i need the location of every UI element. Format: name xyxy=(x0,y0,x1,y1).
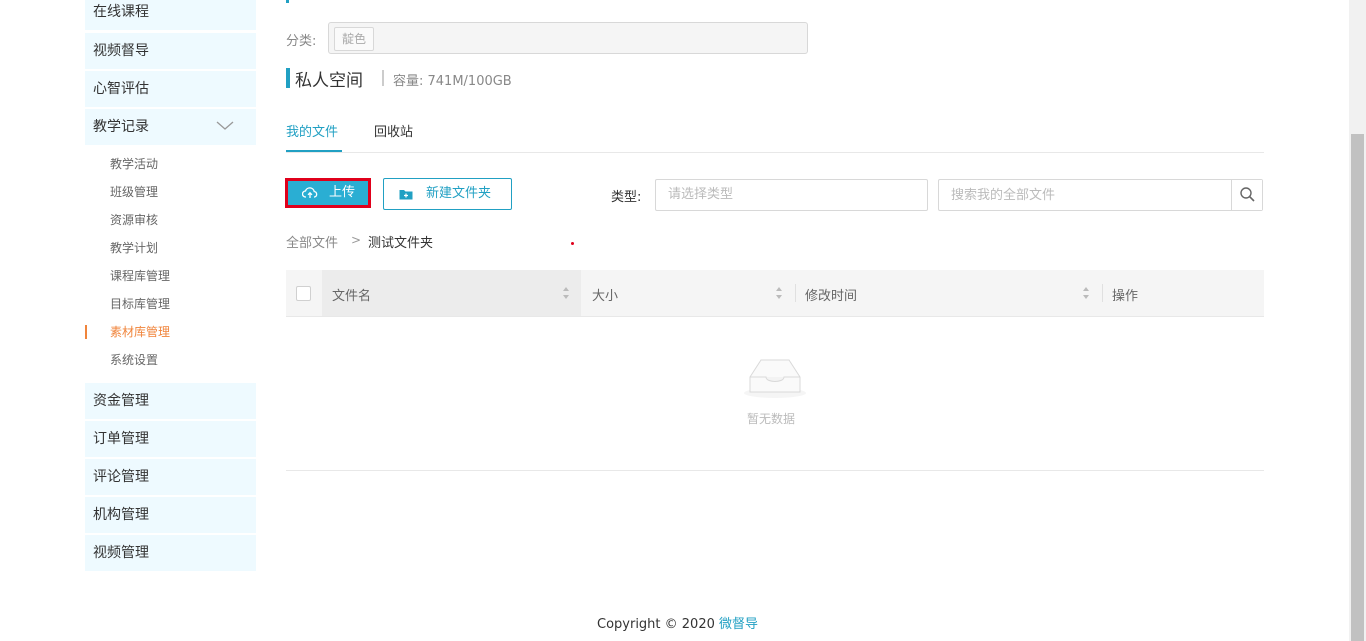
sidebar-item-finance[interactable]: 资金管理 xyxy=(85,383,256,419)
column-header-name[interactable]: 文件名 xyxy=(332,285,371,304)
column-header-size[interactable]: 大小 xyxy=(592,285,618,304)
tabs-divider xyxy=(286,152,1264,153)
sidebar-item-videos[interactable]: 视频管理 xyxy=(85,535,256,571)
column-divider xyxy=(795,284,796,302)
cursor-marker xyxy=(571,242,574,245)
sidebar-subitem-goal-library[interactable]: 目标库管理 xyxy=(85,293,256,315)
category-tag: 靛色 xyxy=(334,27,375,51)
breadcrumb-root[interactable]: 全部文件 xyxy=(286,232,338,251)
search-input[interactable] xyxy=(939,180,1231,210)
brand-link[interactable]: 微督导 xyxy=(719,617,758,632)
sidebar-item-institutions[interactable]: 机构管理 xyxy=(85,497,256,533)
file-table-header: 文件名 大小 修改时间 操作 xyxy=(286,270,1264,317)
column-header-modified[interactable]: 修改时间 xyxy=(805,285,857,304)
table-bottom-border xyxy=(286,470,1264,471)
upload-button-label: 上传 xyxy=(328,185,355,200)
new-folder-button[interactable]: 新建文件夹 xyxy=(383,178,512,210)
search-box xyxy=(938,179,1263,211)
capacity-text: 容量: 741M/100GB xyxy=(393,74,512,89)
type-filter-label: 类型: xyxy=(611,190,642,205)
upload-button[interactable]: 上传 xyxy=(285,178,371,208)
search-button[interactable] xyxy=(1231,180,1262,210)
column-header-actions: 操作 xyxy=(1112,289,1139,304)
copyright-text: Copyright © 2020 xyxy=(597,617,715,632)
sidebar-item-comments[interactable]: 评论管理 xyxy=(85,459,256,495)
category-field[interactable]: 靛色 xyxy=(328,22,808,54)
column-divider xyxy=(1102,284,1103,302)
sidebar-item-online-courses[interactable]: 在线课程 xyxy=(85,0,256,30)
sort-icon[interactable] xyxy=(775,286,783,300)
category-label: 分类: xyxy=(286,34,317,49)
section-accent xyxy=(286,0,289,3)
sidebar-subitem-system-settings[interactable]: 系统设置 xyxy=(85,349,256,371)
title-accent-bar xyxy=(286,68,290,88)
type-select-placeholder: 请选择类型 xyxy=(668,187,734,202)
breadcrumb-separator: > xyxy=(351,233,362,247)
select-all-checkbox[interactable] xyxy=(296,286,311,301)
sidebar-item-teaching-records[interactable]: 教学记录 xyxy=(85,109,256,145)
type-select[interactable]: 请选择类型 xyxy=(655,179,928,211)
tab-my-files[interactable]: 我的文件 xyxy=(286,121,338,140)
page-title: 私人空间 xyxy=(295,71,363,91)
sidebar-subitem-material-library[interactable]: 素材库管理 xyxy=(85,321,256,343)
folder-plus-icon xyxy=(399,190,413,200)
empty-inbox-icon xyxy=(744,359,806,398)
sidebar-item-orders[interactable]: 订单管理 xyxy=(85,421,256,457)
chevron-down-icon xyxy=(216,121,234,130)
breadcrumb-current: 测试文件夹 xyxy=(368,236,434,251)
sidebar-item-video-supervision[interactable]: 视频督导 xyxy=(85,33,256,69)
scrollbar-thumb[interactable] xyxy=(1351,134,1364,641)
empty-state-text: 暂无数据 xyxy=(747,412,796,426)
sidebar-subitem-course-library[interactable]: 课程库管理 xyxy=(85,265,256,287)
sort-icon[interactable] xyxy=(562,286,570,300)
tab-recycle-bin[interactable]: 回收站 xyxy=(374,121,413,140)
search-icon xyxy=(1240,187,1255,202)
new-folder-button-label: 新建文件夹 xyxy=(426,186,492,201)
sort-icon[interactable] xyxy=(1082,286,1090,300)
title-divider xyxy=(382,70,384,86)
footer: Copyright © 2020 微督导 xyxy=(597,613,758,632)
sidebar-subitem-teaching-activity[interactable]: 教学活动 xyxy=(85,153,256,175)
sidebar-subitem-teaching-plan[interactable]: 教学计划 xyxy=(85,237,256,259)
cloud-upload-icon xyxy=(302,187,318,198)
sidebar-item-mental-assessment[interactable]: 心智评估 xyxy=(85,71,256,107)
sidebar-subitem-resource-review[interactable]: 资源审核 xyxy=(85,209,256,231)
sidebar-subitem-class-management[interactable]: 班级管理 xyxy=(85,181,256,203)
